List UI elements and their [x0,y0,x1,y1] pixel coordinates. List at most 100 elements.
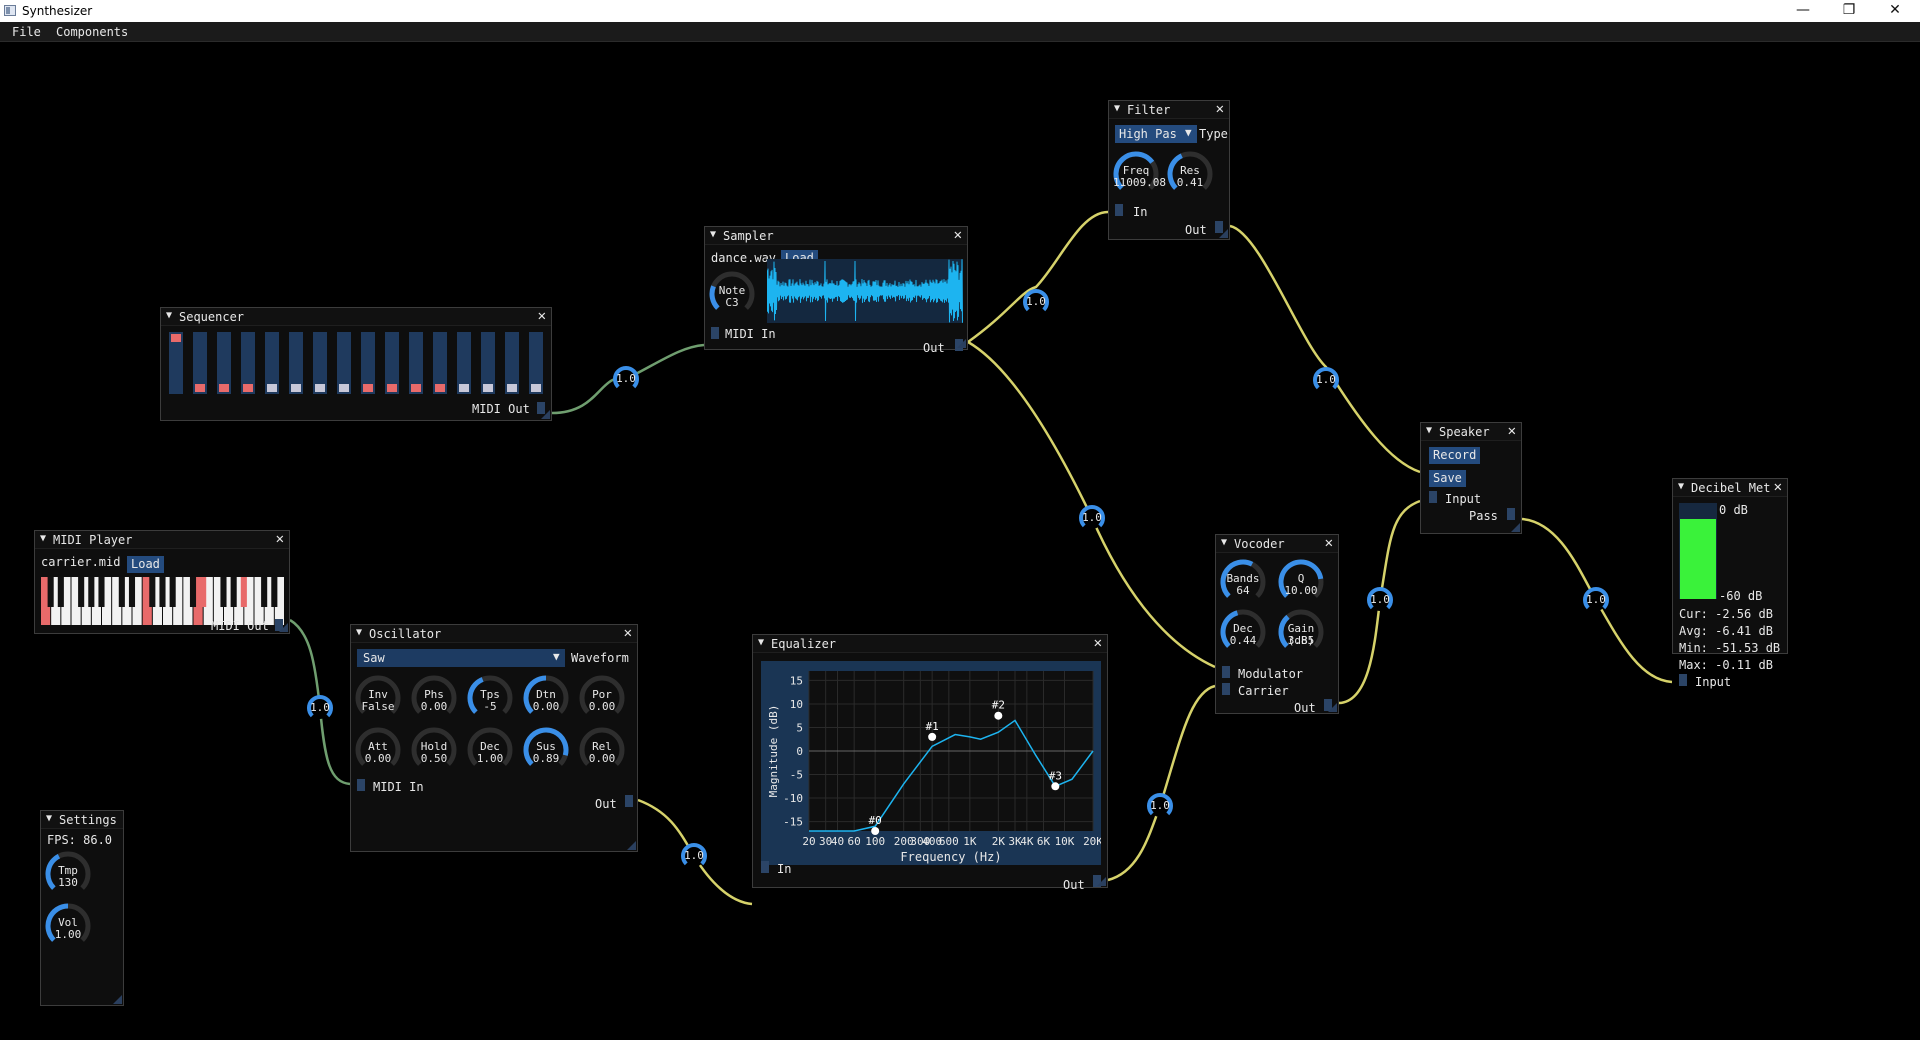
collapse-arrow-icon[interactable]: ▼ [758,637,764,648]
equalizer-header[interactable]: ▼ Equalizer ✕ [753,635,1107,653]
record-button[interactable]: Record [1429,447,1481,464]
volume-knob[interactable]: Vol 1.00 [45,903,91,949]
midi-player-node[interactable]: ▼ MIDI Player ✕ carrier.mid Load MIDI Ou… [34,530,290,634]
sequencer-step[interactable] [481,332,495,394]
resize-grip[interactable] [113,995,122,1004]
midi-player-close-icon[interactable]: ✕ [276,531,284,547]
sequencer-step[interactable] [385,332,399,394]
decibel-meter-node[interactable]: ▼ Decibel Met ✕ 0 dB -60 dB Cur: -2.56 d… [1672,478,1788,689]
osc-por-knob[interactable]: Por 0.00 [579,675,625,721]
wire-gain-knob[interactable]: 1.0 [306,694,334,722]
menu-components[interactable]: Components [56,25,128,39]
speaker-node[interactable]: ▼ Speaker ✕ Record Save Input Pass [1420,422,1522,534]
collapse-arrow-icon[interactable]: ▼ [356,627,362,638]
osc-hold-knob[interactable]: Hold 0.50 [411,727,457,773]
speaker-header[interactable]: ▼ Speaker ✕ [1421,423,1521,441]
sequencer-step[interactable] [457,332,471,394]
vocoder-dec-knob[interactable]: Dec 0.44 [1220,609,1266,655]
equalizer-in-pin[interactable] [761,861,769,873]
meter-input-pin[interactable] [1679,674,1687,686]
resize-grip[interactable] [957,339,966,348]
settings-header[interactable]: ▼ Settings [41,811,123,829]
resize-grip[interactable] [1511,523,1520,532]
sequencer-step[interactable] [433,332,447,394]
sequencer-step[interactable] [289,332,303,394]
sequencer-step[interactable] [217,332,231,394]
oscillator-header[interactable]: ▼ Oscillator ✕ [351,625,637,643]
decibel-close-icon[interactable]: ✕ [1774,479,1782,495]
vocoder-header[interactable]: ▼ Vocoder ✕ [1216,535,1338,553]
filter-res-knob[interactable]: Res 0.41 [1167,151,1213,197]
node-canvas[interactable]: ▼ Sequencer ✕ MIDI Out ▼ Sampler ✕ dance… [0,42,1920,1040]
osc-sus-knob[interactable]: Sus 0.89 [523,727,569,773]
sequencer-step[interactable] [241,332,255,394]
wire-gain-knob[interactable]: 1.0 [1146,792,1174,820]
sampler-close-icon[interactable]: ✕ [954,227,962,243]
wire-gain-knob[interactable]: 1.0 [1312,366,1340,394]
collapse-arrow-icon[interactable]: ▼ [40,533,46,544]
osc-tps-knob[interactable]: Tps -5 [467,675,513,721]
filter-freq-knob[interactable]: Freq 11009.08 [1113,151,1166,197]
wire-gain-knob[interactable]: 1.0 [1078,504,1106,532]
vocoder-carrier-pin[interactable] [1222,683,1230,695]
sampler-header[interactable]: ▼ Sampler ✕ [705,227,967,245]
equalizer-close-icon[interactable]: ✕ [1094,635,1102,651]
vocoder-gain-knob[interactable]: Gain (dB) 3.85 [1278,609,1324,655]
collapse-arrow-icon[interactable]: ▼ [46,813,52,824]
menu-file[interactable]: File [12,25,41,39]
waveform-dropdown[interactable]: Saw ▼ [357,649,565,667]
resize-grip[interactable] [627,841,636,850]
sequencer-node[interactable]: ▼ Sequencer ✕ MIDI Out [160,307,552,421]
sampler-midi-in-pin[interactable] [711,327,719,339]
settings-node[interactable]: ▼ Settings FPS: 86.0 Tmp 130 Vol 1.00 [40,810,124,1006]
vocoder-modulator-pin[interactable] [1222,666,1230,678]
oscillator-node[interactable]: ▼ Oscillator ✕ Saw ▼ Waveform Inv False P… [350,624,638,852]
tempo-knob[interactable]: Tmp 130 [45,851,91,897]
speaker-input-pin[interactable] [1429,491,1437,503]
speaker-pass-pin[interactable] [1507,508,1515,520]
speaker-close-icon[interactable]: ✕ [1508,423,1516,439]
save-button[interactable]: Save [1429,470,1466,487]
oscillator-midi-in-pin[interactable] [357,779,365,791]
resize-grip[interactable] [1097,877,1106,886]
oscillator-close-icon[interactable]: ✕ [624,625,632,641]
sampler-node[interactable]: ▼ Sampler ✕ dance.wav Load Note C3 MIDI … [704,226,968,355]
wire-gain-knob[interactable]: 1.0 [1582,586,1610,614]
osc-att-knob[interactable]: Att 0.00 [355,727,401,773]
filter-close-icon[interactable]: ✕ [1216,101,1224,117]
sequencer-step[interactable] [313,332,327,394]
vocoder-bands-knob[interactable]: Bands 64 [1220,559,1266,605]
osc-rel-knob[interactable]: Rel 0.00 [579,727,625,773]
vocoder-close-icon[interactable]: ✕ [1325,535,1333,551]
resize-grip[interactable] [1219,229,1228,238]
osc-inv-knob[interactable]: Inv False [355,675,401,721]
maximize-button[interactable]: ❐ [1826,0,1872,22]
sequencer-step[interactable] [265,332,279,394]
wire-gain-knob[interactable]: 1.0 [1366,586,1394,614]
osc-dtn-knob[interactable]: Dtn 0.00 [523,675,569,721]
sequencer-header[interactable]: ▼ Sequencer ✕ [161,308,551,326]
collapse-arrow-icon[interactable]: ▼ [1221,537,1227,548]
osc-phs-knob[interactable]: Phs 0.00 [411,675,457,721]
filter-node[interactable]: ▼ Filter ✕ High Pas ▼ Type Freq 11009.08… [1108,100,1230,240]
midi-player-header[interactable]: ▼ MIDI Player ✕ [35,531,289,549]
wire-gain-knob[interactable]: 1.0 [1022,288,1050,316]
wire-gain-knob[interactable]: 1.0 [612,365,640,393]
sequencer-close-icon[interactable]: ✕ [538,308,546,324]
collapse-arrow-icon[interactable]: ▼ [710,229,716,240]
vocoder-node[interactable]: ▼ Vocoder ✕ Bands 64 Q 10.00 Dec 0.44 Gain … [1215,534,1339,715]
resize-grip[interactable] [279,623,288,632]
resize-grip[interactable] [1328,703,1337,712]
decibel-meter-header[interactable]: ▼ Decibel Met ✕ [1673,479,1787,497]
osc-dec-knob[interactable]: Dec 1.00 [467,727,513,773]
piano-keyboard[interactable] [41,577,285,625]
sequencer-step[interactable] [505,332,519,394]
filter-header[interactable]: ▼ Filter ✕ [1109,101,1229,119]
collapse-arrow-icon[interactable]: ▼ [1426,425,1432,436]
close-window-button[interactable]: ✕ [1872,0,1918,22]
sequencer-step[interactable] [337,332,351,394]
sequencer-step[interactable] [361,332,375,394]
sequencer-step[interactable] [529,332,543,394]
sampler-note-knob[interactable]: Note C3 [709,271,755,317]
equalizer-node[interactable]: ▼ Equalizer ✕ 20 30 40 60 100 200 300 400 600 1K 2… [752,634,1108,892]
